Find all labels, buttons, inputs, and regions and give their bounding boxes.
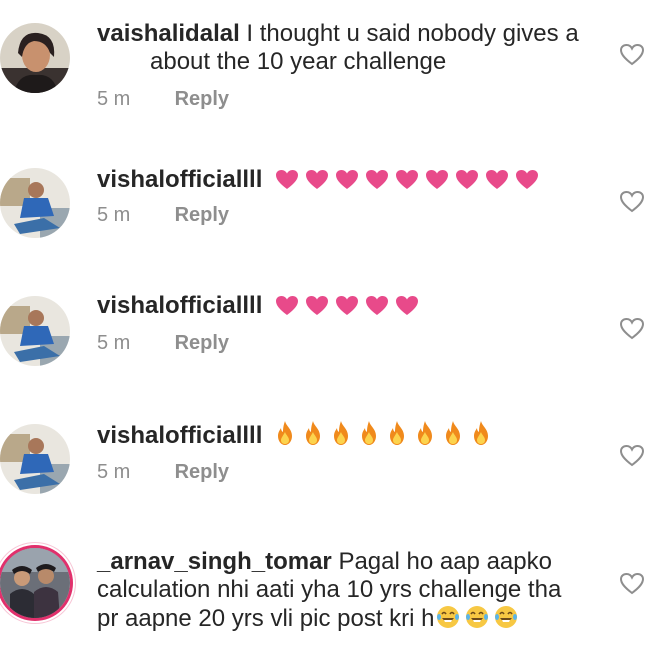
fire-emoji-icon	[390, 421, 405, 445]
comment-username[interactable]: vishalofficiallll	[97, 166, 262, 193]
comment-body-line1: Pagal ho aap aapko	[338, 548, 552, 575]
pink-heart-emoji-icon	[306, 170, 329, 189]
like-button[interactable]	[619, 317, 645, 341]
avatar[interactable]	[0, 168, 70, 238]
pink-heart-emoji-icon	[366, 170, 389, 189]
comment-meta: 5 m Reply	[97, 204, 229, 227]
fire-emoji-icon	[334, 421, 349, 445]
comment-item: _arnav_singh_tomar Pagal ho aap aapko ca…	[0, 518, 650, 671]
heart-emoji-row	[275, 169, 539, 190]
comment-text: vaishalidalal I thought u said nobody gi…	[97, 20, 597, 76]
comment-time: 5 m	[97, 461, 131, 483]
comment-text: vishalofficiallll	[97, 292, 597, 320]
reply-button[interactable]: Reply	[175, 332, 229, 354]
heart-outline-icon	[619, 444, 645, 467]
like-button[interactable]	[619, 444, 645, 468]
fire-emoji-row	[275, 420, 491, 446]
avatar[interactable]	[0, 548, 70, 618]
comment-meta: 5 m Reply	[97, 461, 229, 484]
pink-heart-emoji-icon	[396, 296, 419, 315]
pink-heart-emoji-icon	[486, 170, 509, 189]
comment-text: vishalofficiallll	[97, 166, 597, 194]
laughing-tears-emoji-icon	[494, 606, 517, 628]
comment-time: 5 m	[97, 332, 131, 354]
heart-outline-icon	[619, 43, 645, 66]
avatar[interactable]	[0, 296, 70, 366]
like-button[interactable]	[619, 43, 645, 67]
pink-heart-emoji-icon	[516, 170, 539, 189]
pink-heart-emoji-icon	[366, 296, 389, 315]
pink-heart-emoji-icon	[336, 170, 359, 189]
heart-emoji-row	[275, 295, 419, 316]
heart-outline-icon	[619, 190, 645, 213]
comment-meta: 5 m Reply	[97, 88, 229, 111]
comment-username[interactable]: vishalofficiallll	[97, 422, 262, 449]
comment-text: vishalofficiallll	[97, 420, 597, 450]
laughing-tears-emoji-icon	[465, 606, 488, 628]
comment-body-line3: pr aapne 20 yrs vli pic post kri h	[97, 605, 435, 632]
heart-outline-icon	[619, 317, 645, 340]
comment-username[interactable]: _arnav_singh_tomar	[97, 548, 332, 575]
comment-item: vaishalidalal I thought u said nobody gi…	[0, 0, 650, 130]
fire-emoji-icon	[474, 421, 489, 445]
pink-heart-emoji-icon	[396, 170, 419, 189]
comment-username[interactable]: vaishalidalal	[97, 20, 240, 47]
like-button[interactable]	[619, 190, 645, 214]
comment-text: _arnav_singh_tomar Pagal ho aap aapko ca…	[97, 548, 617, 633]
laughing-tears-emoji-icon	[436, 606, 459, 628]
heart-outline-icon	[619, 572, 645, 595]
comment-username[interactable]: vishalofficiallll	[97, 292, 262, 319]
pink-heart-emoji-icon	[426, 170, 449, 189]
laughing-emoji-row	[435, 604, 519, 630]
pink-heart-emoji-icon	[276, 296, 299, 315]
comment-meta: 5 m Reply	[97, 332, 229, 355]
fire-emoji-icon	[278, 421, 293, 445]
avatar[interactable]	[0, 424, 70, 494]
fire-emoji-icon	[418, 421, 433, 445]
pink-heart-emoji-icon	[456, 170, 479, 189]
comment-body-line2: calculation nhi aati yha 10 yrs challeng…	[97, 576, 562, 603]
comment-item: vishalofficiallll 5 m Reply	[0, 388, 650, 518]
pink-heart-emoji-icon	[306, 296, 329, 315]
avatar[interactable]	[0, 23, 70, 93]
like-button[interactable]	[619, 572, 645, 596]
reply-button[interactable]: Reply	[175, 461, 229, 483]
fire-emoji-icon	[446, 421, 461, 445]
comment-item: vishalofficiallll 5 m Reply	[0, 130, 650, 260]
comment-item: vishalofficiallll 5 m Reply	[0, 260, 650, 388]
fire-emoji-icon	[306, 421, 321, 445]
comment-time: 5 m	[97, 88, 131, 110]
comment-time: 5 m	[97, 204, 131, 226]
reply-button[interactable]: Reply	[175, 88, 229, 110]
pink-heart-emoji-icon	[336, 296, 359, 315]
fire-emoji-icon	[362, 421, 377, 445]
reply-button[interactable]: Reply	[175, 204, 229, 226]
pink-heart-emoji-icon	[276, 170, 299, 189]
comment-body-line2: about the 10 year challenge	[150, 48, 447, 75]
comment-body-line1: I thought u said nobody gives a	[246, 20, 579, 47]
